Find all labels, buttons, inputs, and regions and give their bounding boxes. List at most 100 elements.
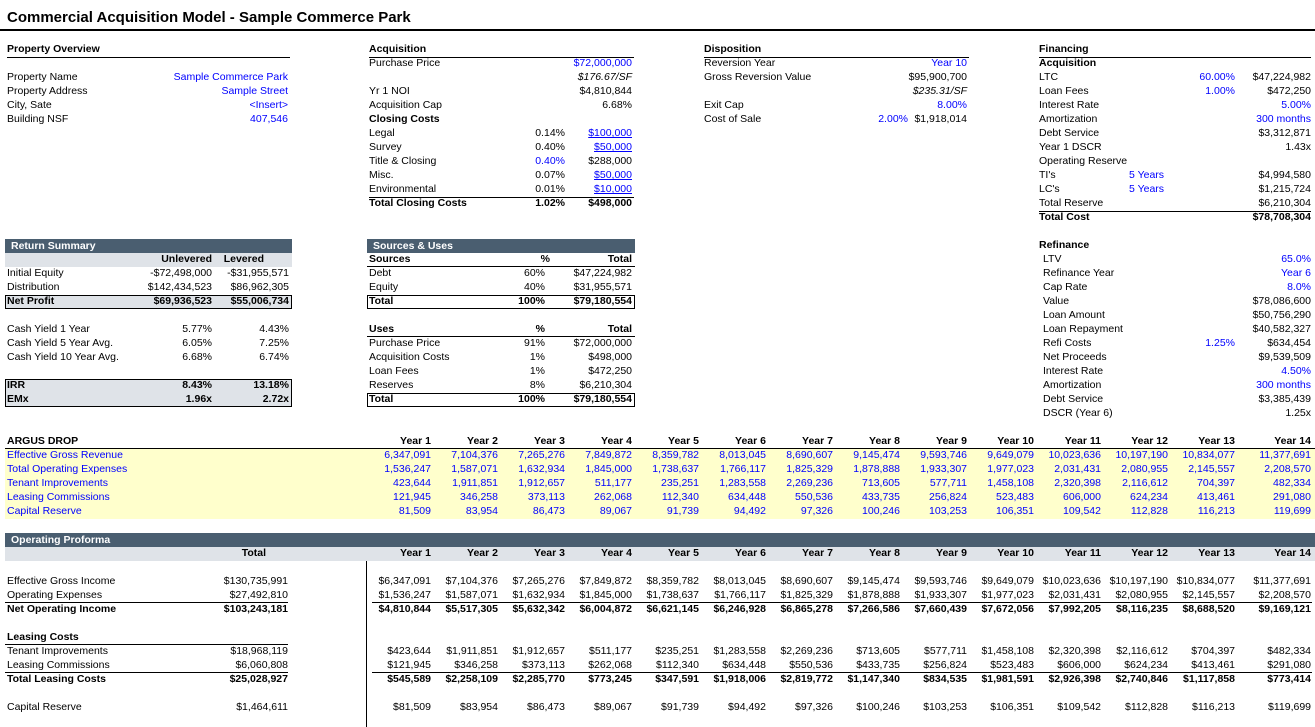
argus-value-input[interactable]: 550,536 [767,491,833,503]
argus-value-input[interactable]: 121,945 [365,491,431,503]
proforma-row-value: $10,197,190 [1109,575,1168,587]
argus-value-input[interactable]: 1,283,558 [700,477,766,489]
argus-value-input[interactable]: 112,340 [633,491,699,503]
argus-value-input[interactable]: 116,213 [1169,505,1235,517]
argus-value-input[interactable]: 256,824 [901,491,967,503]
financing-mid-input[interactable]: 5 Years [1129,169,1189,181]
refi-value[interactable]: 300 months [1230,379,1311,391]
argus-value-input[interactable]: 1,632,934 [499,463,565,475]
argus-value-input[interactable]: 413,461 [1169,491,1235,503]
argus-value-input[interactable]: 262,068 [566,491,632,503]
argus-value-input[interactable]: 1,587,071 [432,463,498,475]
argus-value-input[interactable]: 8,013,045 [700,449,766,461]
argus-value-input[interactable]: 9,145,474 [834,449,900,461]
argus-value-input[interactable]: 423,644 [365,477,431,489]
argus-value-input[interactable]: 7,265,276 [499,449,565,461]
argus-value-input[interactable]: 1,458,108 [968,477,1034,489]
refi-value[interactable]: 8.0% [1230,281,1311,293]
financing-mid-input[interactable]: 60.00% [1120,71,1235,83]
closing-cost-input[interactable]: $50,000 [560,169,632,181]
argus-value-input[interactable]: 433,735 [834,491,900,503]
argus-value-input[interactable]: 1,738,637 [633,463,699,475]
exit-cap-input[interactable]: 8.00% [870,99,967,111]
argus-value-input[interactable]: 112,828 [1102,505,1168,517]
argus-value-input[interactable]: 9,649,079 [968,449,1034,461]
refi-value[interactable]: 4.50% [1230,365,1311,377]
financing-mid-input[interactable]: 1.00% [1120,85,1235,97]
cost-of-sale-pct-input[interactable]: 2.00% [840,113,908,125]
reversion-year-input[interactable]: Year 10 [870,57,967,69]
argus-value-input[interactable]: 91,739 [633,505,699,517]
argus-value-input[interactable]: 2,145,557 [1169,463,1235,475]
argus-value-input[interactable]: 482,334 [1245,477,1311,489]
argus-value-input[interactable]: 235,251 [633,477,699,489]
purchase-price-input[interactable]: $72,000,000 [520,57,632,69]
argus-value-input[interactable]: 11,377,691 [1245,449,1311,461]
argus-value-input[interactable]: 2,269,236 [767,477,833,489]
argus-value-input[interactable]: 2,031,431 [1035,463,1101,475]
argus-value-input[interactable]: 89,067 [566,505,632,517]
argus-value-input[interactable]: 624,234 [1102,491,1168,503]
refi-value[interactable]: 65.0% [1230,253,1311,265]
refi-value[interactable]: Year 6 [1230,267,1311,279]
argus-value-input[interactable]: 100,246 [834,505,900,517]
argus-value-input[interactable]: 83,954 [432,505,498,517]
argus-value-input[interactable]: 291,080 [1245,491,1311,503]
argus-value-input[interactable]: 2,116,612 [1102,477,1168,489]
argus-value-input[interactable]: 634,448 [700,491,766,503]
argus-value-input[interactable]: 1,878,888 [834,463,900,475]
financing-value[interactable]: 5.00% [1230,99,1311,111]
argus-value-input[interactable]: 7,104,376 [432,449,498,461]
property-value-input[interactable]: 407,546 [130,113,288,125]
argus-value-input[interactable]: 346,258 [432,491,498,503]
refi-mid-input[interactable]: 1.25% [1120,337,1235,349]
argus-value-input[interactable]: 97,326 [767,505,833,517]
argus-value-input[interactable]: 86,473 [499,505,565,517]
argus-value-input[interactable]: 81,509 [365,505,431,517]
argus-value-input[interactable]: 2,320,398 [1035,477,1101,489]
argus-value-input[interactable]: 8,359,782 [633,449,699,461]
argus-value-input[interactable]: 10,023,636 [1035,449,1101,461]
property-value-input[interactable]: Sample Street [130,85,288,97]
argus-value-input[interactable]: 511,177 [566,477,632,489]
argus-year-header: Year 12 [1131,435,1168,447]
irr-label: IRR [7,379,26,391]
argus-value-input[interactable]: 1,977,023 [968,463,1034,475]
argus-value-input[interactable]: 10,197,190 [1102,449,1168,461]
financing-mid-input[interactable]: 5 Years [1129,183,1189,195]
argus-value-input[interactable]: 2,080,955 [1102,463,1168,475]
argus-value-input[interactable]: 10,834,077 [1169,449,1235,461]
proforma-row-label: Effective Gross Income [7,575,116,587]
argus-value-input[interactable]: 7,849,872 [566,449,632,461]
property-value-input[interactable]: <Insert> [130,99,288,111]
proforma-row-value: $413,461 [1191,659,1235,671]
levered-col-header: Levered [223,253,264,265]
argus-value-input[interactable]: 9,593,746 [901,449,967,461]
argus-value-input[interactable]: 1,536,247 [365,463,431,475]
argus-value-input[interactable]: 94,492 [700,505,766,517]
argus-value-input[interactable]: 1,845,000 [566,463,632,475]
closing-cost-input[interactable]: $100,000 [560,127,632,139]
argus-value-input[interactable]: 106,351 [968,505,1034,517]
argus-value-input[interactable]: 713,605 [834,477,900,489]
financing-value[interactable]: 300 months [1230,113,1311,125]
closing-cost-input[interactable]: $50,000 [560,141,632,153]
argus-value-input[interactable]: 1,825,329 [767,463,833,475]
argus-value-input[interactable]: 1,933,307 [901,463,967,475]
argus-value-input[interactable]: 2,208,570 [1245,463,1311,475]
argus-value-input[interactable]: 1,911,851 [432,477,498,489]
argus-value-input[interactable]: 606,000 [1035,491,1101,503]
argus-value-input[interactable]: 373,113 [499,491,565,503]
property-value-input[interactable]: Sample Commerce Park [130,71,288,83]
argus-value-input[interactable]: 1,912,657 [499,477,565,489]
argus-value-input[interactable]: 6,347,091 [365,449,431,461]
argus-value-input[interactable]: 1,766,117 [700,463,766,475]
argus-value-input[interactable]: 8,690,607 [767,449,833,461]
closing-cost-input[interactable]: $10,000 [560,183,632,195]
argus-value-input[interactable]: 523,483 [968,491,1034,503]
argus-value-input[interactable]: 119,699 [1245,505,1311,517]
argus-value-input[interactable]: 103,253 [901,505,967,517]
argus-value-input[interactable]: 704,397 [1169,477,1235,489]
argus-value-input[interactable]: 577,711 [901,477,967,489]
argus-value-input[interactable]: 109,542 [1035,505,1101,517]
